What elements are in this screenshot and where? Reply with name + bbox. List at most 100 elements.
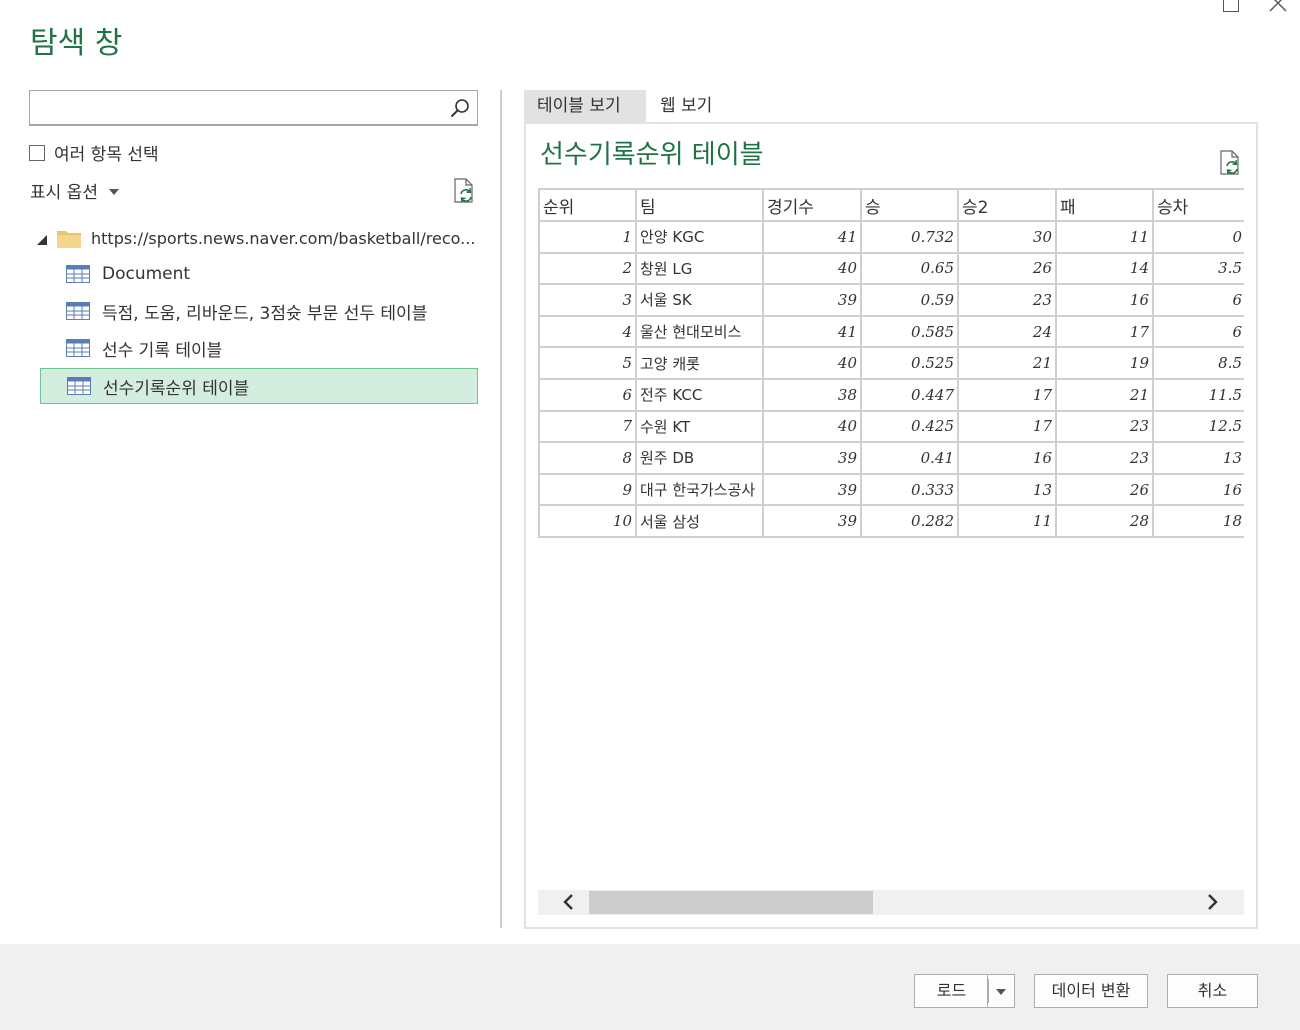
table-cell: 24 <box>957 314 1057 349</box>
tab-table-view[interactable]: 테이블 보기 <box>524 90 646 123</box>
table-cell: 서울 삼성 <box>635 504 764 538</box>
table-cell: 9 <box>538 472 637 507</box>
tree-item-ranking-table[interactable]: 선수기록순위 테이블 <box>40 368 478 404</box>
table-cell: 16 <box>957 441 1057 475</box>
horizontal-scrollbar[interactable] <box>538 890 1244 915</box>
refresh-icon[interactable] <box>1218 150 1242 176</box>
table-cell: 8.5 <box>1152 346 1244 380</box>
display-options-label: 표시 옵션 <box>30 183 98 203</box>
folder-icon <box>57 230 81 248</box>
column-header[interactable]: 순위 <box>538 188 637 222</box>
table-cell: 14 <box>1055 251 1154 286</box>
tree-root-node[interactable]: https://sports.news.naver.com/basketball… <box>37 226 475 250</box>
table-cell: 38 <box>762 377 862 412</box>
table-row: 3 서울 SK 39 0.59 23 16 6 <box>538 283 1244 317</box>
column-header[interactable]: 경기수 <box>762 188 862 222</box>
table-cell: 12.5 <box>1152 409 1244 444</box>
scroll-right-icon[interactable] <box>1202 892 1222 912</box>
table-cell: 26 <box>1055 472 1154 507</box>
table-cell: 39 <box>762 504 862 538</box>
table-cell: 6 <box>1152 283 1244 317</box>
table-cell: 19 <box>1055 346 1154 380</box>
table-cell: 4 <box>538 314 637 349</box>
tree-item-label: 득점, 도움, 리바운드, 3점슛 부문 선두 테이블 <box>102 303 428 324</box>
table-cell: 0.447 <box>860 377 959 412</box>
table-cell: 0.732 <box>860 220 959 254</box>
table-row: 10 서울 삼성 39 0.282 11 28 18 <box>538 504 1244 538</box>
table-cell: 울산 현대모비스 <box>635 314 764 349</box>
table-row: 4 울산 현대모비스 41 0.585 24 17 6 <box>538 314 1244 349</box>
page-title: 탐색 창 <box>30 26 123 61</box>
table-cell: 23 <box>957 283 1057 317</box>
search-input[interactable] <box>36 92 450 124</box>
table-cell: 서울 SK <box>635 283 764 317</box>
table-cell: 13 <box>1152 441 1244 475</box>
table-row: 2 창원 LG 40 0.65 26 14 3.5 <box>538 251 1244 286</box>
tree-item-document[interactable]: Document <box>40 256 478 292</box>
table-cell: 40 <box>762 251 862 286</box>
table-cell: 5 <box>538 346 637 380</box>
table-cell: 안양 KGC <box>635 220 764 254</box>
table-cell: 6 <box>1152 314 1244 349</box>
column-header[interactable]: 승차 <box>1152 188 1244 222</box>
table-cell: 17 <box>957 377 1057 412</box>
column-header[interactable]: 승2 <box>957 188 1057 222</box>
table-row: 1 안양 KGC 41 0.732 30 11 0 <box>538 220 1244 254</box>
table-cell: 41 <box>762 314 862 349</box>
chevron-down-icon <box>108 188 119 195</box>
table-cell: 16 <box>1152 472 1244 507</box>
table-cell: 21 <box>957 346 1057 380</box>
table-icon <box>66 339 90 357</box>
cancel-button[interactable]: 취소 <box>1167 974 1258 1008</box>
table-cell: 23 <box>1055 409 1154 444</box>
table-cell: 39 <box>762 283 862 317</box>
maximize-button[interactable] <box>1223 0 1239 12</box>
table-cell: 3 <box>538 283 637 317</box>
tree-item-leaders-table[interactable]: 득점, 도움, 리바운드, 3점슛 부문 선두 테이블 <box>40 293 478 329</box>
table-cell: 6 <box>538 377 637 412</box>
data-table: 순위 팀 경기수 승 승2 패 승차 1 안양 KGC 41 0.732 30 … <box>538 188 1244 538</box>
table-cell: 11 <box>957 504 1057 538</box>
table-cell: 41 <box>762 220 862 254</box>
refresh-icon[interactable] <box>452 178 476 204</box>
column-header[interactable]: 패 <box>1055 188 1154 222</box>
table-header-row: 순위 팀 경기수 승 승2 패 승차 <box>538 188 1244 222</box>
search-icon[interactable] <box>449 97 471 119</box>
table-cell: 전주 KCC <box>635 377 764 412</box>
column-header[interactable]: 팀 <box>635 188 764 222</box>
table-cell: 17 <box>957 409 1057 444</box>
table-cell: 수원 KT <box>635 409 764 444</box>
display-options-dropdown[interactable]: 표시 옵션 <box>30 178 119 203</box>
table-cell: 창원 LG <box>635 251 764 286</box>
table-cell: 0.41 <box>860 441 959 475</box>
table-cell: 0 <box>1152 220 1244 254</box>
table-icon <box>66 302 90 320</box>
multi-select-label: 여러 항목 선택 <box>54 145 159 165</box>
transform-data-button[interactable]: 데이터 변환 <box>1034 974 1148 1008</box>
table-cell: 3.5 <box>1152 251 1244 286</box>
load-button[interactable]: 로드 <box>914 974 988 1008</box>
close-icon[interactable] <box>1268 0 1288 13</box>
table-cell: 7 <box>538 409 637 444</box>
multi-select-option[interactable]: 여러 항목 선택 <box>29 140 159 165</box>
table-cell: 40 <box>762 409 862 444</box>
tab-web-view[interactable]: 웹 보기 <box>647 90 725 123</box>
table-cell: 10 <box>538 504 637 538</box>
tree-item-label: 선수 기록 테이블 <box>102 340 223 361</box>
preview-title: 선수기록순위 테이블 <box>540 140 764 170</box>
table-cell: 0.585 <box>860 314 959 349</box>
table-cell: 1 <box>538 220 637 254</box>
tree-item-player-records[interactable]: 선수 기록 테이블 <box>40 330 478 366</box>
column-header[interactable]: 승 <box>860 188 959 222</box>
table-cell: 원주 DB <box>635 441 764 475</box>
multi-select-checkbox[interactable] <box>29 144 45 161</box>
search-box[interactable] <box>29 90 478 126</box>
expand-arrow-icon[interactable] <box>37 235 47 245</box>
table-cell: 0.65 <box>860 251 959 286</box>
scroll-left-icon[interactable] <box>559 892 579 912</box>
scrollbar-thumb[interactable] <box>589 891 873 914</box>
tree-item-label: 선수기록순위 테이블 <box>103 378 250 399</box>
table-cell: 39 <box>762 441 862 475</box>
pane-splitter[interactable] <box>500 90 502 928</box>
load-options-button[interactable] <box>987 974 1015 1008</box>
